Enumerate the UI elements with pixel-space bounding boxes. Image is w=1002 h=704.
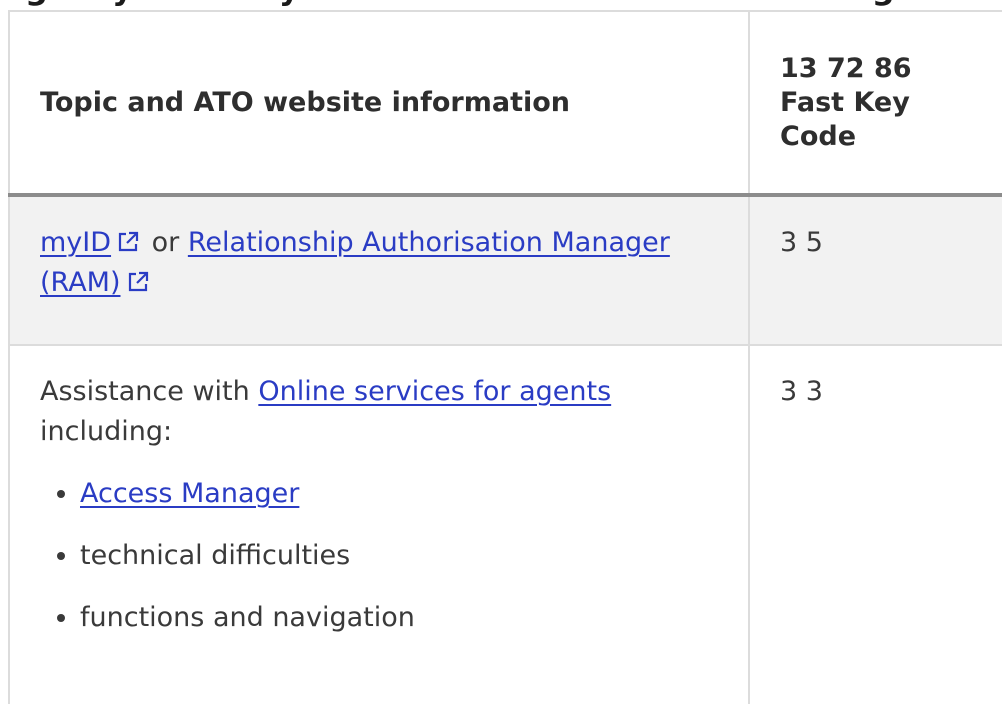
myid-link[interactable]: myID [40,227,111,258]
list-item: Access Manager [80,474,718,514]
fast-key-codes-table: Topic and ATO website information 13 72 … [8,10,1002,704]
table-row: myID or Relationship Authorisation Manag… [8,194,1002,346]
section-heading: Agency Fast Key Codes for Online service… [0,0,1002,8]
assistance-list: Access Manager technical difficulties fu… [40,474,718,638]
header-fast-key-code: 13 72 86 Fast Key Code [748,10,1002,197]
code-cell: 3 5 [748,194,1002,346]
code-cell: 3 3 [748,344,1002,704]
topic-cell: Assistance with Online services for agen… [8,344,750,704]
header-code-line-1: 13 72 86 [780,53,912,84]
intro-suffix: including: [40,416,173,447]
online-services-for-agents-link[interactable]: Online services for agents [258,376,611,407]
table-row: Assistance with Online services for agen… [8,344,1002,704]
list-item: technical difficulties [80,536,718,576]
page-viewport: Agency Fast Key Codes for Online service… [0,0,1002,704]
ram-link-text: Relationship Authorisation Manager [187,227,670,258]
external-link-icon [117,231,139,253]
header-code-line-2: Fast Key [780,87,910,118]
table-header-row: Topic and ATO website information 13 72 … [8,10,1002,197]
header-code-line-3: Code [780,121,857,152]
ram-link-abbrev: (RAM) [40,267,121,298]
list-item: functions and navigation [80,598,718,638]
topic-cell: myID or Relationship Authorisation Manag… [8,194,750,346]
header-topic: Topic and ATO website information [8,10,750,197]
external-link-icon [127,271,149,293]
intro-prefix: Assistance with [40,376,250,407]
access-manager-link[interactable]: Access Manager [80,478,299,509]
connector-text: or [151,227,180,258]
